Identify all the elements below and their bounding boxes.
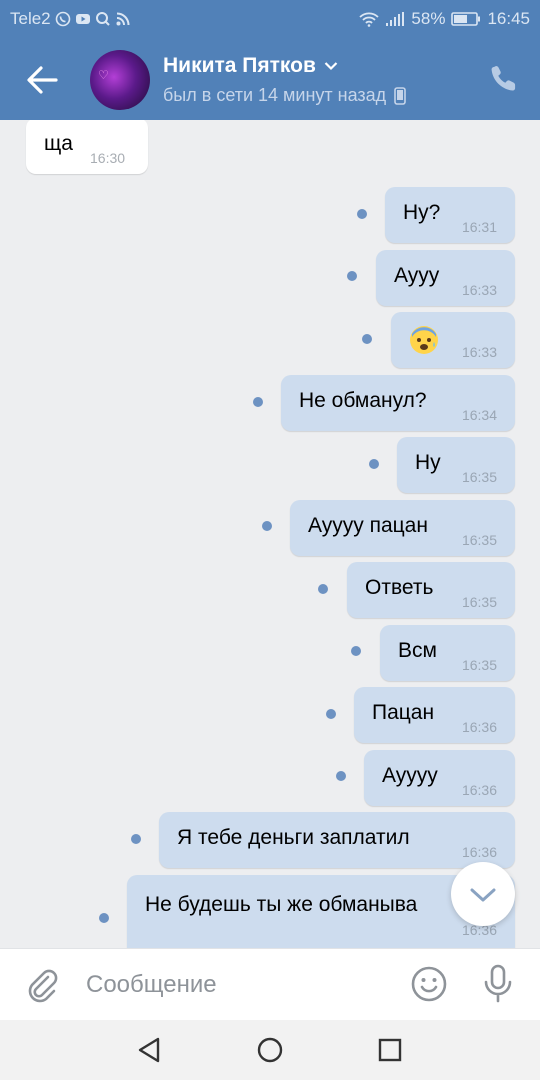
- contact-status-row: был в сети 14 минут назад: [163, 85, 406, 106]
- chevron-down-icon: [470, 888, 496, 902]
- message-bubble-outgoing[interactable]: Не обманул? 16:34: [281, 375, 515, 431]
- search-app-icon: [95, 12, 110, 26]
- system-navigation-bar: [0, 1020, 540, 1080]
- message-list[interactable]: ща 16:30 Ну? 16:31 Ауyy 16:33 16:33 Не о…: [0, 120, 540, 948]
- microphone-icon[interactable]: [480, 963, 516, 1005]
- back-arrow-icon[interactable]: [22, 60, 62, 100]
- unread-dot: [262, 521, 272, 531]
- chat-header: ♡ Никита Пятков был в сети 14 минут наза…: [0, 38, 540, 120]
- message-time: 16:36: [461, 719, 497, 735]
- nav-back-icon[interactable]: [134, 1034, 166, 1066]
- message-bubble-outgoing[interactable]: Ауууу 16:36: [364, 750, 515, 806]
- unread-dot: [347, 271, 357, 281]
- message-text: Ну?: [403, 201, 441, 224]
- paperclip-icon[interactable]: [24, 967, 60, 1003]
- unread-dot: [131, 834, 141, 844]
- carrier-label: Tele2: [10, 9, 51, 28]
- unread-dot: [362, 334, 372, 344]
- unread-dot: [326, 709, 336, 719]
- status-bar: Tele2 58% 16:45: [0, 0, 540, 38]
- whatsapp-icon: [55, 11, 70, 27]
- nav-home-icon[interactable]: [254, 1034, 286, 1066]
- signal-icon: [386, 12, 405, 26]
- message-bubble-outgoing[interactable]: Ауyy 16:33: [376, 250, 515, 306]
- anxious-face-emoji-icon: [410, 326, 438, 354]
- status-bar-left: Tele2: [10, 9, 131, 29]
- message-time: 16:36: [461, 844, 497, 860]
- heart-icon: ♡: [98, 68, 109, 82]
- message-input[interactable]: [86, 969, 386, 1001]
- nav-recents-icon[interactable]: [374, 1034, 406, 1066]
- message-text: Ответь: [365, 576, 434, 599]
- contact-name: Никита Пятков: [163, 54, 316, 77]
- chevron-down-icon: [324, 62, 338, 71]
- message-composer: [0, 948, 540, 1020]
- contact-status: был в сети 14 минут назад: [163, 85, 387, 105]
- message-text: Не будешь ты же обманыва: [145, 893, 418, 916]
- unread-dot: [336, 771, 346, 781]
- unread-dot: [357, 209, 367, 219]
- clock: 16:45: [487, 9, 530, 28]
- message-bubble-outgoing[interactable]: Я тебе деньги заплатил 16:36: [159, 812, 515, 868]
- wifi-icon: [359, 12, 380, 27]
- emoji-smile-icon[interactable]: [410, 965, 448, 1003]
- status-bar-right: 58% 16:45: [359, 9, 530, 29]
- message-time: 16:33: [461, 282, 497, 298]
- message-text: Пацан: [372, 701, 435, 724]
- message-text: Ауууу пацан: [308, 514, 428, 537]
- message-time: 16:35: [461, 532, 497, 548]
- message-text: Всм: [398, 639, 437, 662]
- unread-dot: [351, 646, 361, 656]
- youtube-icon: [75, 14, 90, 24]
- message-bubble-outgoing[interactable]: Ответь 16:35: [347, 562, 515, 618]
- avatar[interactable]: ♡: [90, 50, 150, 110]
- unread-dot: [369, 459, 379, 469]
- message-text: Я тебе деньги заплатил: [177, 826, 410, 849]
- message-text: Ауyy: [394, 264, 440, 287]
- message-time: 16:35: [461, 469, 497, 485]
- message-bubble-outgoing[interactable]: Ну 16:35: [397, 437, 515, 493]
- message-time: 16:30: [90, 150, 126, 166]
- message-bubble-incoming[interactable]: ща 16:30: [26, 120, 148, 174]
- message-bubble-outgoing[interactable]: Ну? 16:31: [385, 187, 515, 243]
- message-time: 16:35: [461, 594, 497, 610]
- message-text: Не обманул?: [299, 389, 427, 412]
- message-bubble-outgoing[interactable]: Всм 16:35: [380, 625, 515, 681]
- message-text: ща: [44, 132, 73, 155]
- battery-percent: 58%: [411, 9, 446, 28]
- battery-icon: [451, 12, 481, 26]
- message-time: 16:35: [461, 657, 497, 673]
- message-bubble-outgoing[interactable]: 16:33: [391, 312, 515, 368]
- scroll-to-bottom-button[interactable]: [451, 862, 515, 926]
- message-bubble-outgoing[interactable]: Ауууу пацан 16:35: [290, 500, 515, 556]
- rss-icon: [116, 12, 130, 26]
- message-time: 16:34: [461, 407, 497, 423]
- unread-dot: [318, 584, 328, 594]
- message-time: 16:36: [461, 782, 497, 798]
- phone-call-icon[interactable]: [488, 62, 520, 94]
- message-emoji: [409, 325, 439, 361]
- message-bubble-outgoing[interactable]: Пацан 16:36: [354, 687, 515, 743]
- contact-name-row[interactable]: Никита Пятков: [163, 54, 338, 78]
- unread-dot: [99, 913, 109, 923]
- message-text: Ауууу: [382, 764, 438, 787]
- message-text: Ну: [415, 451, 441, 474]
- mobile-device-icon: [394, 86, 406, 105]
- unread-dot: [253, 397, 263, 407]
- message-time: 16:31: [461, 219, 497, 235]
- message-time: 16:33: [461, 344, 497, 360]
